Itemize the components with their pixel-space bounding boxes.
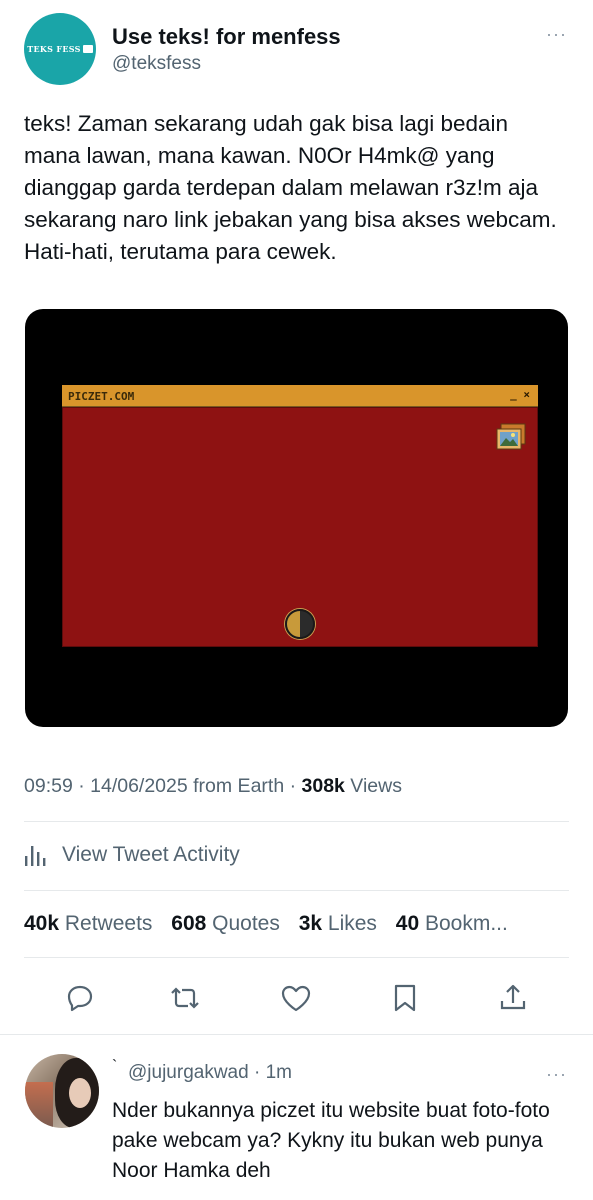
reply-handle-time[interactable]: @jujurgakwad · 1m [128,1062,292,1084]
tweet-media[interactable]: PICZET.COM _ × [25,309,568,727]
likes-stat[interactable]: 3k Likes [299,912,377,935]
bookmarks-count: 40 [395,912,420,935]
bar-chart-icon [25,846,46,866]
divider [24,821,569,822]
tweet-timestamp[interactable]: 09:59 · 14/06/2025 from Earth · [24,775,302,797]
views-label: Views [344,775,402,797]
view-activity-label: View Tweet Activity [62,843,240,866]
divider [24,890,569,891]
reply-display-name[interactable]: ` [112,1058,117,1076]
likes-label: Likes [322,912,377,935]
like-icon [281,985,311,1012]
reply-text: Nder bukannya piczet itu website buat fo… [112,1099,550,1182]
retweet-icon [171,987,199,1009]
divider [24,957,569,958]
like-button[interactable] [278,980,314,1016]
reply-more-options-icon[interactable]: ··· [546,1064,567,1085]
author-avatar[interactable]: TEKS FESS [24,13,96,85]
avatar-logo-text: TEKS FESS [27,44,81,54]
reply-icon [67,985,93,1012]
action-bar [0,980,593,1016]
likes-count: 3k [298,912,323,935]
bookmark-icon [394,984,416,1012]
author-name[interactable]: Use teks! for menfess [112,24,341,50]
reply-button[interactable] [62,980,98,1016]
divider [0,1034,593,1035]
bookmarks-stat[interactable]: 40 Bookm... [396,912,508,935]
app-window: PICZET.COM _ × [62,385,538,647]
retweets-count: 40k [24,912,60,935]
author-handle[interactable]: @teksfess [112,53,201,75]
share-icon [500,984,526,1010]
reply-avatar[interactable] [25,1054,99,1128]
more-options-icon[interactable]: ··· [546,24,567,45]
quotes-label: Quotes [206,912,280,935]
gallery-icon [496,423,526,450]
retweet-button[interactable] [167,980,203,1016]
tweet-meta: 09:59 · 14/06/2025 from Earth · 308k Vie… [24,775,402,798]
retweets-label: Retweets [59,912,153,935]
retweets-stat[interactable]: 40k Retweets [24,912,152,935]
views-count: 308k [301,775,345,797]
share-button[interactable] [495,980,531,1016]
tweet-stats: 40k Retweets 608 Quotes 3k Likes 40 Book… [24,912,569,936]
avatar-logo: TEKS FESS [27,44,93,54]
bookmarks-label: Bookm... [419,912,508,935]
tweet-text: teks! Zaman sekarang udah gak bisa lagi … [24,111,557,264]
bookmark-button[interactable] [387,980,423,1016]
avatar-logo-box [82,45,93,53]
quotes-stat[interactable]: 608 Quotes [171,912,280,935]
capture-button [285,609,315,639]
webcam-preview [62,407,538,647]
avatar-face [69,1078,91,1108]
window-controls: _ × [510,388,530,401]
quotes-count: 608 [171,912,207,935]
window-title: PICZET.COM [68,390,135,403]
view-activity-link[interactable]: View Tweet Activity [24,842,240,868]
window-title-bar: PICZET.COM _ × [62,385,538,407]
avatar-background [25,1082,53,1128]
